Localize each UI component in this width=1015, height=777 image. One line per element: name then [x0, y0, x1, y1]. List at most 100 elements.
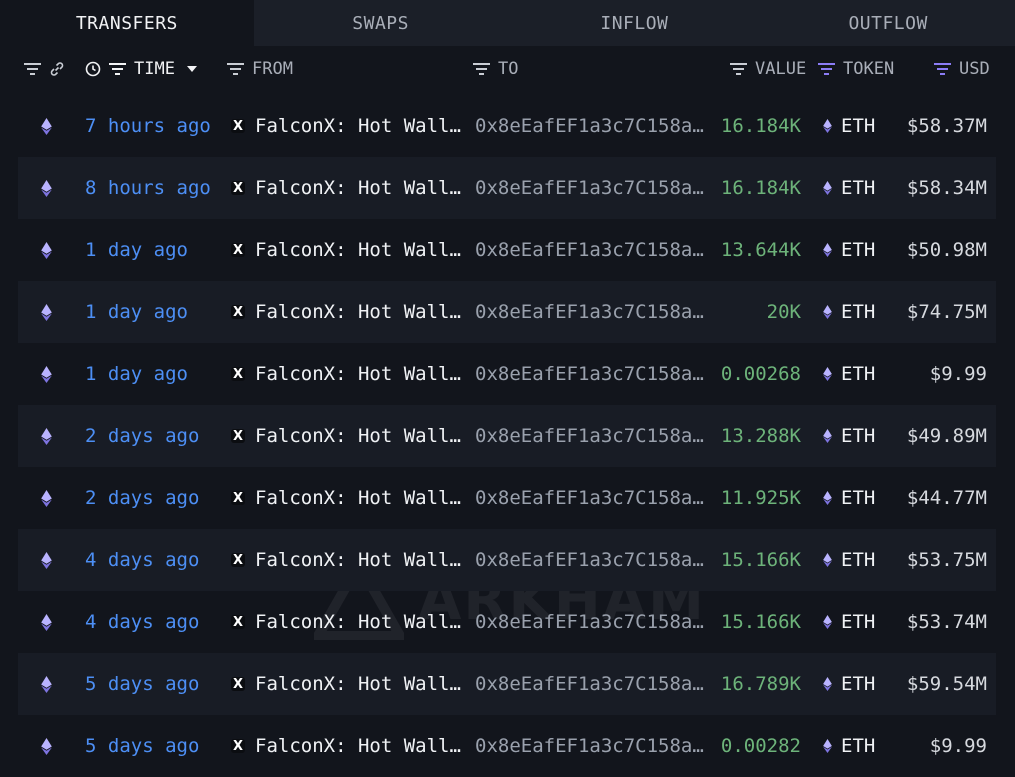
ethereum-icon	[39, 715, 53, 777]
filter-icon[interactable]	[109, 63, 126, 75]
value-column-header[interactable]: VALUE	[730, 46, 806, 92]
from-entity[interactable]: X FalconX: Hot Wall…	[231, 157, 461, 219]
token[interactable]: ETH	[823, 405, 875, 467]
transfers-table: 7 hours ago X FalconX: Hot Wall… 0x8eEafE…	[18, 95, 996, 777]
value: 15.166K	[720, 549, 801, 571]
usd-value: $53.75M	[906, 549, 987, 571]
falconx-logo-icon: X	[231, 180, 245, 196]
ethereum-icon	[39, 405, 53, 467]
time-link[interactable]: 4 days ago	[85, 591, 199, 653]
table-row[interactable]: 2 days ago X FalconX: Hot Wall… 0x8eEafEF…	[18, 467, 996, 529]
token-label: ETH	[841, 487, 876, 509]
token[interactable]: ETH	[823, 157, 875, 219]
table-row[interactable]: 7 hours ago X FalconX: Hot Wall… 0x8eEafE…	[18, 95, 996, 157]
tab-bar: TRANSFERS SWAPS INFLOW OUTFLOW	[0, 0, 1015, 46]
ethereum-icon	[823, 367, 832, 381]
from-entity[interactable]: X FalconX: Hot Wall…	[231, 591, 461, 653]
token[interactable]: ETH	[823, 591, 875, 653]
table-row[interactable]: 5 days ago X FalconX: Hot Wall… 0x8eEafEF…	[18, 715, 996, 777]
usd-value: $74.75M	[906, 301, 987, 323]
time-link[interactable]: 8 hours ago	[85, 157, 211, 219]
tab-swaps[interactable]: SWAPS	[254, 0, 508, 46]
ethereum-icon	[39, 467, 53, 529]
usd-column-header[interactable]: USD	[934, 46, 990, 92]
table-row[interactable]: 4 days ago X FalconX: Hot Wall… 0x8eEafEF…	[18, 591, 996, 653]
to-address[interactable]: 0x8eEafEF1a3c7C158a…	[475, 281, 704, 343]
token[interactable]: ETH	[823, 715, 875, 777]
token-column-header[interactable]: TOKEN	[818, 46, 894, 92]
table-row[interactable]: 1 day ago X FalconX: Hot Wall… 0x8eEafEF1…	[18, 281, 996, 343]
from-entity[interactable]: X FalconX: Hot Wall…	[231, 343, 461, 405]
ethereum-icon	[39, 157, 53, 219]
tab-inflow[interactable]: INFLOW	[508, 0, 762, 46]
to-column-header[interactable]: TO	[473, 46, 518, 92]
from-entity[interactable]: X FalconX: Hot Wall…	[231, 529, 461, 591]
ethereum-icon	[39, 343, 53, 405]
filter-icon[interactable]	[818, 63, 835, 75]
to-address[interactable]: 0x8eEafEF1a3c7C158a…	[475, 95, 704, 157]
ethereum-icon	[39, 591, 53, 653]
from-entity[interactable]: X FalconX: Hot Wall…	[231, 467, 461, 529]
time-link[interactable]: 1 day ago	[85, 219, 188, 281]
caret-down-icon[interactable]	[186, 66, 197, 72]
filter-icon[interactable]	[473, 63, 490, 75]
to-address[interactable]: 0x8eEafEF1a3c7C158a…	[475, 405, 704, 467]
to-address[interactable]: 0x8eEafEF1a3c7C158a…	[475, 467, 704, 529]
token[interactable]: ETH	[823, 653, 875, 715]
to-address[interactable]: 0x8eEafEF1a3c7C158a…	[475, 715, 704, 777]
usd-value: $58.37M	[906, 115, 987, 137]
value: 11.925K	[720, 487, 801, 509]
tab-transfers[interactable]: TRANSFERS	[0, 0, 254, 46]
token[interactable]: ETH	[823, 281, 875, 343]
falconx-logo-icon: X	[231, 428, 245, 444]
from-label: FalconX: Hot Wall…	[255, 611, 461, 633]
filter-icon[interactable]	[24, 63, 41, 75]
time-link[interactable]: 4 days ago	[85, 529, 199, 591]
tab-outflow[interactable]: OUTFLOW	[761, 0, 1015, 46]
time-link[interactable]: 1 day ago	[85, 343, 188, 405]
table-row[interactable]: 1 day ago X FalconX: Hot Wall… 0x8eEafEF1…	[18, 343, 996, 405]
ethereum-icon	[823, 615, 832, 629]
chain-column-header	[24, 46, 65, 92]
time-link[interactable]: 2 days ago	[85, 405, 199, 467]
falconx-logo-icon: X	[231, 676, 245, 692]
link-icon[interactable]	[49, 61, 65, 77]
table-row[interactable]: 2 days ago X FalconX: Hot Wall… 0x8eEafEF…	[18, 405, 996, 467]
from-entity[interactable]: X FalconX: Hot Wall…	[231, 405, 461, 467]
from-label: FalconX: Hot Wall…	[255, 673, 461, 695]
table-row[interactable]: 5 days ago X FalconX: Hot Wall… 0x8eEafEF…	[18, 653, 996, 715]
to-address[interactable]: 0x8eEafEF1a3c7C158a…	[475, 157, 704, 219]
to-address[interactable]: 0x8eEafEF1a3c7C158a…	[475, 529, 704, 591]
time-link[interactable]: 1 day ago	[85, 281, 188, 343]
value-header-label: VALUE	[755, 59, 807, 79]
token[interactable]: ETH	[823, 343, 875, 405]
table-row[interactable]: 8 hours ago X FalconX: Hot Wall… 0x8eEafE…	[18, 157, 996, 219]
time-link[interactable]: 2 days ago	[85, 467, 199, 529]
to-address[interactable]: 0x8eEafEF1a3c7C158a…	[475, 219, 704, 281]
from-entity[interactable]: X FalconX: Hot Wall…	[231, 281, 461, 343]
filter-icon[interactable]	[934, 63, 951, 75]
from-entity[interactable]: X FalconX: Hot Wall…	[231, 653, 461, 715]
filter-icon[interactable]	[730, 63, 747, 75]
from-entity[interactable]: X FalconX: Hot Wall…	[231, 715, 461, 777]
table-row[interactable]: 1 day ago X FalconX: Hot Wall… 0x8eEafEF1…	[18, 219, 996, 281]
token[interactable]: ETH	[823, 529, 875, 591]
from-column-header[interactable]: FROM	[227, 46, 293, 92]
to-address[interactable]: 0x8eEafEF1a3c7C158a…	[475, 343, 704, 405]
ethereum-icon	[39, 529, 53, 591]
token-label: ETH	[841, 301, 876, 323]
token[interactable]: ETH	[823, 467, 875, 529]
table-row[interactable]: 4 days ago X FalconX: Hot Wall… 0x8eEafEF…	[18, 529, 996, 591]
time-link[interactable]: 7 hours ago	[85, 95, 211, 157]
token[interactable]: ETH	[823, 219, 875, 281]
to-address[interactable]: 0x8eEafEF1a3c7C158a…	[475, 591, 704, 653]
to-address[interactable]: 0x8eEafEF1a3c7C158a…	[475, 653, 704, 715]
time-link[interactable]: 5 days ago	[85, 653, 199, 715]
time-column-header[interactable]: TIME	[85, 46, 197, 92]
from-entity[interactable]: X FalconX: Hot Wall…	[231, 219, 461, 281]
ethereum-icon	[39, 281, 53, 343]
token[interactable]: ETH	[823, 95, 875, 157]
filter-icon[interactable]	[227, 63, 244, 75]
from-entity[interactable]: X FalconX: Hot Wall…	[231, 95, 461, 157]
time-link[interactable]: 5 days ago	[85, 715, 199, 777]
